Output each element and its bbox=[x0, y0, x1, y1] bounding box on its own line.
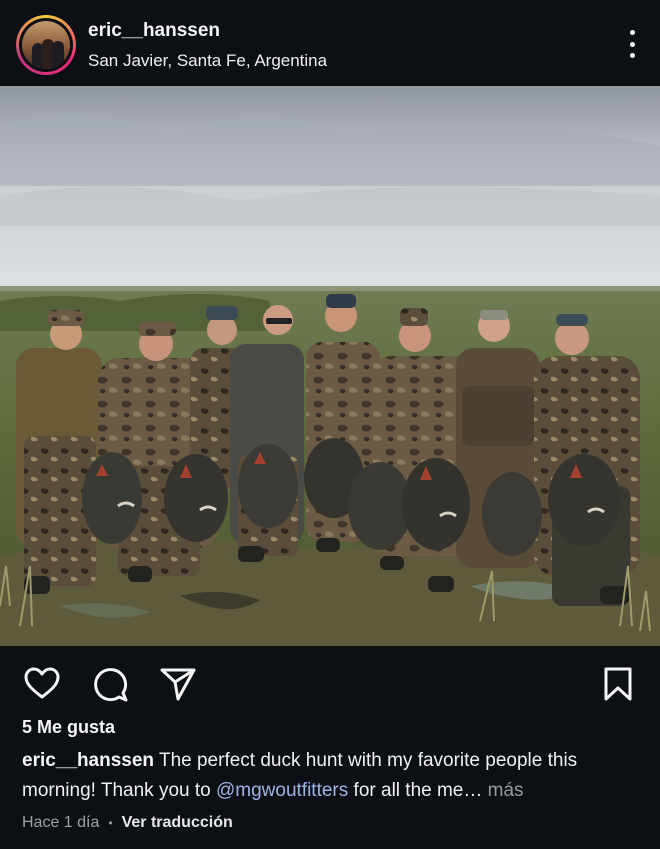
avatar-story-ring[interactable] bbox=[16, 15, 76, 75]
caption-mention-link[interactable]: @mgwoutfitters bbox=[216, 780, 348, 801]
heart-icon[interactable] bbox=[22, 664, 62, 704]
separator-dot: • bbox=[108, 816, 113, 830]
post-location[interactable]: San Javier, Santa Fe, Argentina bbox=[88, 51, 327, 71]
post-meta: Hace 1 día • Ver traducción bbox=[22, 814, 233, 832]
more-vertical-icon[interactable] bbox=[626, 30, 638, 58]
instagram-post: eric__hanssen San Javier, Santa Fe, Arge… bbox=[0, 0, 660, 849]
post-actions bbox=[0, 646, 660, 718]
paper-plane-icon[interactable] bbox=[158, 664, 198, 704]
post-caption: eric__hanssen The perfect duck hunt with… bbox=[22, 746, 642, 806]
caption-text-continued: for all the me… bbox=[348, 780, 483, 801]
see-translation-link[interactable]: Ver traducción bbox=[122, 814, 233, 832]
post-timestamp: Hace 1 día bbox=[22, 814, 100, 831]
post-photo[interactable] bbox=[0, 86, 660, 646]
hunting-group-photo bbox=[0, 86, 660, 646]
comment-icon[interactable] bbox=[90, 664, 130, 704]
like-count[interactable]: 5 Me gusta bbox=[22, 717, 115, 738]
bookmark-icon[interactable] bbox=[598, 664, 638, 704]
post-header: eric__hanssen San Javier, Santa Fe, Arge… bbox=[0, 0, 660, 86]
post-username[interactable]: eric__hanssen bbox=[88, 20, 220, 42]
caption-username[interactable]: eric__hanssen bbox=[22, 750, 154, 771]
caption-more-link[interactable]: más bbox=[482, 780, 524, 801]
avatar[interactable] bbox=[22, 21, 70, 69]
